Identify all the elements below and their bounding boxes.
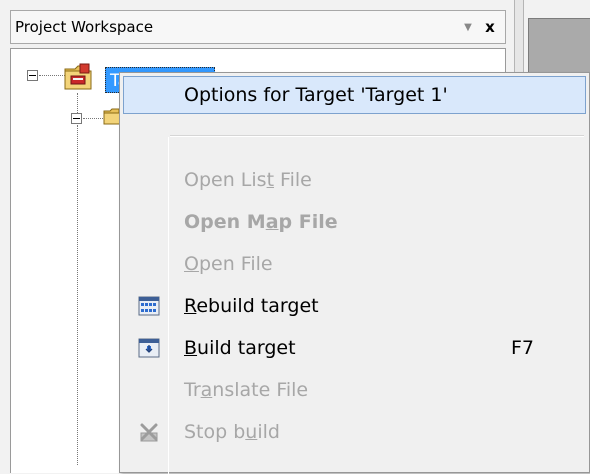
menu-item-label: Open File [184,253,273,275]
menu-item-label: Build target [184,337,296,359]
menu-item-label: Translate File [184,379,309,401]
menu-item-open-file[interactable]: Open File [123,245,586,283]
menu-item-options-for-target[interactable]: Options for Target 'Target 1' [123,76,586,114]
menu-item-label: Rebuild target [184,295,319,317]
close-icon[interactable]: x [479,18,501,36]
pin-dropdown-icon[interactable]: ▼ [457,22,479,33]
menu-item-translate-file[interactable]: Translate File [123,371,586,409]
tree-connector [83,118,103,119]
menu-item-rebuild-target[interactable]: Rebuild target [123,287,586,325]
menu-item-open-map-file[interactable]: Open Map File [123,203,586,241]
target-folder-icon [64,63,92,90]
tree-collapse-toggle[interactable] [27,70,38,81]
menu-item-label: Options for Target 'Target 1' [184,84,448,106]
menu-item-label: Stop build [184,421,280,443]
menu-item-build-target[interactable]: Build target F7 [123,329,586,367]
target-context-menu: Options for Target 'Target 1' Open List … [119,72,590,474]
workspace-title: Project Workspace [15,18,154,36]
workspace-titlebar: Project Workspace ▼ x [10,10,506,44]
menu-item-shortcut: F7 [511,337,535,359]
tree-connector [39,75,65,76]
menu-separator [170,135,584,137]
tree-connector [77,93,78,115]
rebuild-target-icon [138,296,160,316]
menu-item-open-list-file[interactable]: Open List File [123,161,586,199]
menu-item-stop-build[interactable]: Stop build [123,413,586,451]
menu-item-label: Open List File [184,169,312,191]
tree-connector [77,125,78,465]
stop-build-icon [140,423,158,442]
tree-collapse-toggle-child[interactable] [71,113,82,124]
menu-item-label: Open Map File [184,211,338,233]
build-target-icon [138,338,160,358]
